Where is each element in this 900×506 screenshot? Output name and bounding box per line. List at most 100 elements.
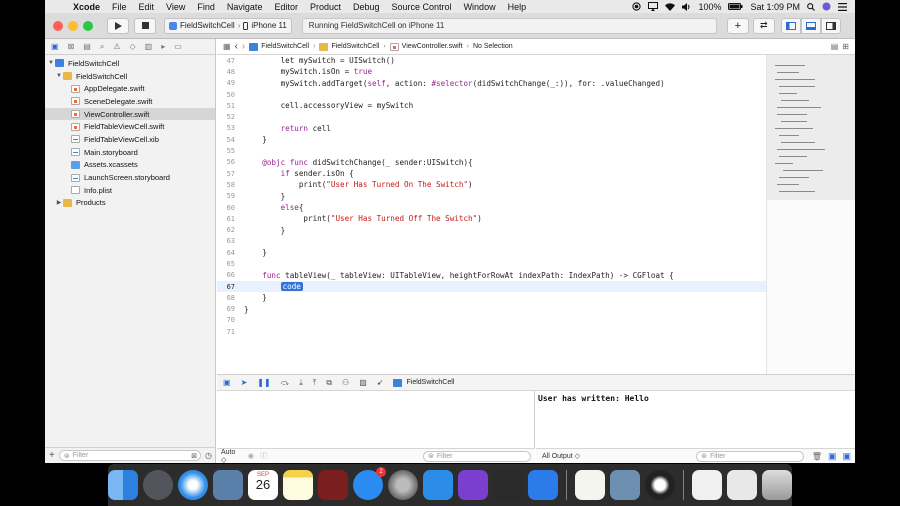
project-navigator-tab-icon[interactable]: ▣	[51, 42, 59, 51]
code-line[interactable]: 63	[217, 236, 766, 247]
report-navigator-tab-icon[interactable]: ▭	[174, 42, 182, 51]
toggle-debug-area-button[interactable]	[800, 17, 821, 34]
code-line[interactable]: 69}	[217, 304, 766, 315]
simulator-icon[interactable]	[493, 470, 523, 500]
code-line-current[interactable]: 67 code	[217, 280, 766, 293]
tree-row-file[interactable]: Main.storyboard	[45, 146, 215, 159]
memory-graph-icon[interactable]: ⚇	[342, 378, 349, 387]
add-editor-icon[interactable]: ⊞	[842, 42, 849, 51]
source-control-tab-icon[interactable]: ⊠	[68, 42, 75, 51]
tree-row-file[interactable]: Assets.xcassets	[45, 159, 215, 172]
pause-icon[interactable]: ❚❚	[257, 378, 270, 387]
photo-booth-icon[interactable]	[318, 470, 348, 500]
hide-debug-area-icon[interactable]: ▣	[223, 378, 231, 387]
quick-look-icon[interactable]: ◉	[248, 452, 254, 460]
menu-view[interactable]: View	[160, 2, 191, 12]
menu-debug[interactable]: Debug	[347, 2, 386, 12]
forward-arrow-icon[interactable]: ›	[242, 41, 245, 52]
breadcrumb-selection[interactable]: No Selection	[473, 43, 513, 50]
stop-button[interactable]	[134, 17, 156, 34]
step-out-icon[interactable]: ⤒	[313, 378, 317, 388]
find-navigator-tab-icon[interactable]: ⌕	[100, 42, 104, 52]
menu-find[interactable]: Find	[191, 2, 221, 12]
trash-icon[interactable]: 🗑	[812, 452, 822, 461]
xcode-icon[interactable]	[423, 470, 453, 500]
code-line[interactable]: 60 else{	[217, 202, 766, 213]
menu-window[interactable]: Window	[458, 2, 502, 12]
menubar-clock[interactable]: Sat 1:09 PM	[750, 2, 800, 12]
scope-selector[interactable]: Auto ◇	[221, 449, 242, 464]
imovie-icon[interactable]	[458, 470, 488, 500]
pdf-document-icon[interactable]	[692, 470, 722, 500]
code-area[interactable]: 47 let mySwitch = UISwitch() 48 mySwitch.…	[217, 55, 766, 384]
console[interactable]: User has written: Hello All Output ◇ ⊜ F…	[536, 391, 855, 463]
battery-percent[interactable]: 100%	[698, 2, 721, 12]
code-line[interactable]: 61 print("User Has Turned Off The Switch…	[217, 213, 766, 224]
zoom-window-button[interactable]	[83, 20, 93, 31]
disclosure-open-icon[interactable]: ▼	[47, 60, 55, 66]
debug-target[interactable]: FieldSwitchCell	[393, 378, 454, 387]
navigator-filter-field[interactable]: ⊜ Filter ⊠	[58, 450, 202, 461]
code-line[interactable]: 49 mySwitch.addTarget(self, action: #sel…	[217, 78, 766, 89]
code-line[interactable]: 68 }	[217, 292, 766, 303]
tree-row-project[interactable]: ▼ FieldSwitchCell	[45, 57, 215, 70]
menu-editor[interactable]: Editor	[268, 2, 304, 12]
toggle-inspector-button[interactable]	[820, 17, 841, 34]
console-filter-field[interactable]: ⊜ Filter	[696, 450, 805, 462]
tree-row-group[interactable]: ▼ FieldSwitchCell	[45, 70, 215, 83]
preview-icon[interactable]	[610, 470, 640, 500]
environment-overrides-icon[interactable]: ▨	[359, 378, 367, 387]
breakpoints-toggle-icon[interactable]: ➤	[241, 378, 248, 387]
close-window-button[interactable]	[53, 20, 63, 31]
recent-files-icon[interactable]: ◷	[205, 451, 212, 460]
menu-edit[interactable]: Edit	[133, 2, 161, 12]
siri-icon[interactable]	[822, 2, 831, 11]
info-icon[interactable]: ⓘ	[260, 451, 267, 461]
code-line[interactable]: 52	[217, 111, 766, 122]
wifi-icon[interactable]	[665, 2, 676, 11]
back-arrow-icon[interactable]: ‹	[235, 41, 238, 52]
menu-app-name[interactable]: Xcode	[67, 2, 106, 12]
spotlight-icon[interactable]	[807, 2, 815, 11]
finder-icon[interactable]	[108, 470, 138, 500]
code-line[interactable]: 58 print("User Has Turned On The Switch"…	[217, 179, 766, 190]
screen-record-icon[interactable]	[632, 2, 642, 11]
photos-app-icon[interactable]	[213, 470, 243, 500]
menu-product[interactable]: Product	[304, 2, 347, 12]
code-line[interactable]: 57 if sender.isOn {	[217, 168, 766, 179]
menu-file[interactable]: File	[106, 2, 133, 12]
trash-icon[interactable]	[762, 470, 792, 500]
output-selector[interactable]: All Output ◇	[542, 452, 580, 460]
system-preferences-icon[interactable]	[388, 470, 418, 500]
tree-row-file[interactable]: FieldTableViewCell.xib	[45, 133, 215, 146]
minimap[interactable]	[766, 55, 855, 384]
toggle-navigator-button[interactable]	[780, 17, 801, 34]
document-icon[interactable]	[727, 470, 757, 500]
menu-source-control[interactable]: Source Control	[386, 2, 458, 12]
code-line[interactable]: 54 }	[217, 134, 766, 145]
notes-icon[interactable]	[283, 470, 313, 500]
adjust-editor-options-icon[interactable]: ▤	[831, 42, 839, 51]
code-line[interactable]: 51 cell.accessoryView = mySwitch	[217, 100, 766, 111]
tree-row-file[interactable]: FieldTableViewCell.swift	[45, 120, 215, 133]
keynote-icon[interactable]	[528, 470, 558, 500]
code-line[interactable]: 71	[217, 326, 766, 337]
simulate-location-icon[interactable]: ➹	[377, 378, 384, 387]
minimize-window-button[interactable]	[68, 20, 78, 31]
airplay-icon[interactable]	[648, 2, 659, 11]
view-debugger-icon[interactable]: ⧉	[326, 378, 332, 388]
run-button[interactable]	[107, 17, 129, 34]
clear-filter-icon[interactable]: ⊠	[191, 452, 197, 460]
menu-help[interactable]: Help	[502, 2, 533, 12]
disclosure-open-icon[interactable]: ▼	[55, 73, 63, 79]
code-line[interactable]: 50	[217, 89, 766, 100]
code-line[interactable]: 55	[217, 145, 766, 156]
related-items-icon[interactable]: ▦	[223, 42, 231, 51]
tree-row-file[interactable]: Info.plist	[45, 184, 215, 197]
code-line[interactable]: 62 }	[217, 224, 766, 235]
library-button[interactable]: +	[726, 17, 749, 34]
code-line[interactable]: 56 @objc func didSwitchChange(_ sender:U…	[217, 157, 766, 168]
split-left-icon[interactable]: ▣	[828, 451, 837, 462]
textedit-icon[interactable]	[575, 470, 605, 500]
breadcrumb-file[interactable]: ViewController.swift	[389, 42, 463, 51]
